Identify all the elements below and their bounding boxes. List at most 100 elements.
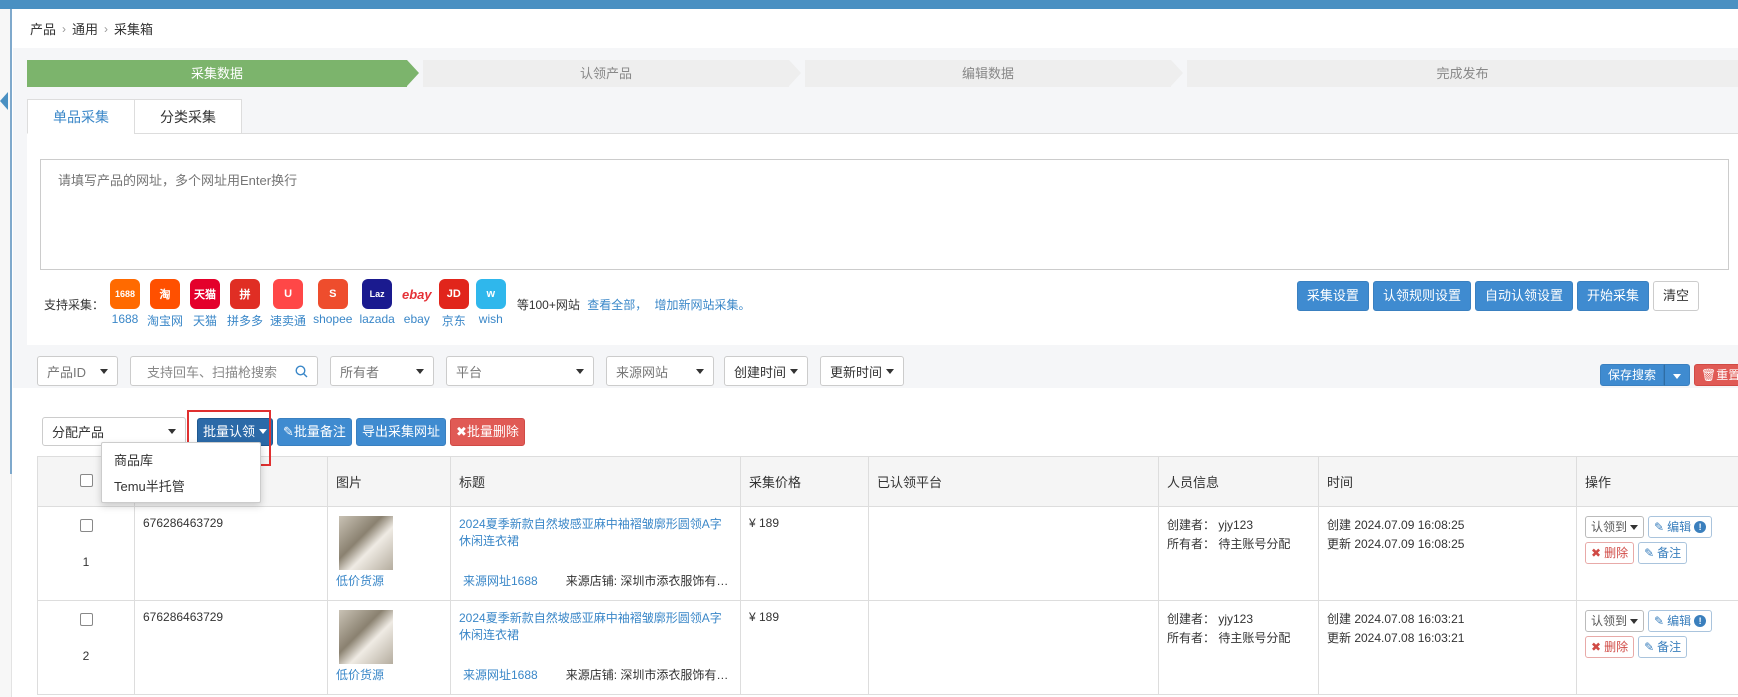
ebay-icon: ebay	[401, 279, 432, 309]
save-search-toggle[interactable]	[1664, 364, 1691, 386]
site-item[interactable]: ebay ebay	[401, 279, 432, 329]
delete-label: 删除	[1604, 640, 1629, 654]
assign-product-label: 分配产品	[52, 425, 105, 440]
table-row: 1 676286463729 低价货源 2024夏季新款自然坡感亚麻中袖褶皱廓形…	[37, 506, 1738, 601]
note-button[interactable]: ✎ 备注	[1638, 542, 1688, 564]
time-cell: 创建 2024.07.09 16:08:25 更新 2024.07.09 16:…	[1318, 506, 1577, 601]
owner-select[interactable]: 所有者	[330, 356, 434, 386]
select-all-checkbox[interactable]	[79, 473, 93, 487]
created-time-button[interactable]: 创建时间	[724, 356, 809, 386]
updated-time: 更新 2024.07.08 16:03:21	[1327, 631, 1465, 645]
product-table: 图片 标题 采集价格 已认领平台 人员信息 时间 操作 1 6762864637…	[37, 456, 1738, 697]
search-actions: 保存搜索 🗑重置	[1600, 364, 1738, 386]
title-cell: 2024夏季新款自然坡感亚麻中袖褶皱廓形圆领A字休闲连衣裙 来源网址1688 来源…	[450, 506, 741, 601]
low-price-source-link[interactable]: 低价货源	[336, 668, 384, 682]
row-select-cell: 2	[37, 600, 135, 695]
note-button[interactable]: ✎ 备注	[1638, 636, 1688, 658]
site-item[interactable]: 拼拼多多	[227, 279, 263, 329]
site-item[interactable]: 1688 1688	[110, 279, 141, 329]
product-id-select[interactable]: 产品ID	[37, 356, 118, 386]
site-list: 1688 1688 淘淘宝网 天猫 天猫拼拼多多 U 速卖通 Sshopee Laz lazada…	[110, 279, 513, 329]
auto-claim-settings-button[interactable]: 自动认领设置	[1474, 281, 1573, 311]
collect-tabs: 单品采集 分类采集	[27, 99, 242, 134]
claimed-platforms	[868, 600, 1159, 695]
start-collect-button[interactable]: 开始采集	[1576, 281, 1649, 311]
top-header-bar	[0, 0, 1738, 9]
row-checkbox[interactable]	[79, 613, 93, 626]
source-line: 来源网址1688 来源店铺: 深圳市添衣服饰有限公司	[459, 572, 732, 589]
site-item[interactable]: JD 京东	[438, 279, 469, 329]
product-title-link[interactable]: 2024夏季新款自然坡感亚麻中袖褶皱廓形圆领A字休闲连衣裙	[459, 610, 732, 644]
breadcrumb-item-general[interactable]: 通用	[72, 19, 98, 38]
image-cell: 低价货源	[327, 506, 451, 601]
edit-button[interactable]: ✎ 编辑!	[1648, 610, 1713, 632]
tmall-icon: 天猫	[190, 279, 221, 309]
menu-item-product-library[interactable]: 商品库	[102, 448, 260, 474]
product-thumbnail[interactable]	[339, 610, 393, 664]
pinduoduo-icon: 拼	[230, 279, 261, 309]
claim-rule-settings-button[interactable]: 认领规则设置	[1372, 281, 1471, 311]
caret-down-icon	[416, 368, 424, 374]
batch-claim-label: 批量认领	[203, 423, 256, 439]
site-item[interactable]: Sshopee	[313, 279, 352, 329]
save-search-button[interactable]: 保存搜索	[1600, 364, 1665, 386]
site-item[interactable]: 淘淘宝网	[147, 279, 183, 329]
batch-note-button[interactable]: ✎批量备注	[277, 417, 352, 446]
edit-label: 编辑	[1667, 520, 1692, 534]
reset-label: 重置	[1716, 368, 1738, 382]
caret-down-icon	[790, 368, 799, 374]
personnel-cell: 创建者： yjy123 所有者： 待主账号分配	[1158, 506, 1319, 601]
batch-delete-label: 批量删除	[466, 423, 519, 439]
step-arrow	[1171, 60, 1183, 86]
tab-single-collect[interactable]: 单品采集	[27, 99, 135, 134]
low-price-source-link[interactable]: 低价货源	[336, 574, 384, 588]
product-title-link[interactable]: 2024夏季新款自然坡感亚麻中袖褶皱廓形圆领A字休闲连衣裙	[459, 516, 732, 550]
delete-button[interactable]: ✖ 删除	[1585, 636, 1635, 658]
tab-category-collect[interactable]: 分类采集	[134, 99, 242, 134]
trash-icon: 🗑	[1701, 368, 1717, 382]
source-url-link[interactable]: 来源网址1688	[463, 668, 538, 682]
clear-button[interactable]: 清空	[1652, 281, 1699, 311]
step-publish: 完成发布	[1187, 60, 1738, 87]
site-item[interactable]: Laz lazada	[359, 279, 395, 329]
claim-to-button[interactable]: 认领到	[1585, 516, 1645, 538]
site-item[interactable]: 天猫 天猫	[190, 279, 221, 329]
row-checkbox[interactable]	[79, 519, 93, 532]
export-urls-button[interactable]: 导出采集网址	[355, 417, 446, 446]
platform-select-label: 平台	[456, 364, 483, 380]
source-url-link[interactable]: 来源网址1688	[463, 574, 538, 588]
claim-to-button[interactable]: 认领到	[1585, 610, 1645, 632]
search-input[interactable]: 支持回车、扫描枪搜索	[130, 356, 318, 386]
platform-select[interactable]: 平台	[446, 356, 594, 386]
source-site-select[interactable]: 来源网站	[606, 356, 714, 386]
close-icon: ✖	[1591, 640, 1602, 654]
breadcrumb-item-product[interactable]: 产品	[30, 19, 56, 38]
created-time: 创建 2024.07.08 16:03:21	[1327, 612, 1465, 626]
claim-to-label: 认领到	[1591, 614, 1628, 628]
product-thumbnail[interactable]	[339, 516, 393, 570]
add-site-link[interactable]: 增加新网站采集。	[655, 298, 751, 312]
batch-delete-button[interactable]: ✖批量删除	[449, 417, 525, 446]
edit-icon: ✎	[1644, 546, 1655, 560]
chevron-right-icon: ›	[104, 21, 109, 36]
header-title: 标题	[450, 456, 741, 507]
delete-button[interactable]: ✖ 删除	[1585, 542, 1635, 564]
jd-icon: JD	[438, 279, 469, 309]
header-claimed-platform: 已认领平台	[868, 456, 1159, 507]
step-arrow	[407, 60, 419, 86]
search-placeholder: 支持回车、扫描枪搜索	[147, 364, 278, 380]
sidebar-toggle-icon[interactable]	[0, 92, 8, 110]
updated-time: 更新 2024.07.09 16:08:25	[1327, 537, 1465, 551]
collect-settings-button[interactable]: 采集设置	[1296, 281, 1369, 311]
view-all-link[interactable]: 查看全部，	[587, 298, 647, 312]
reset-button[interactable]: 🗑重置	[1694, 364, 1738, 386]
filter-bar: 产品ID 支持回车、扫描枪搜索 所有者 平台 来源网站 创建时间 更新时间	[37, 356, 905, 386]
edit-button[interactable]: ✎ 编辑!	[1648, 516, 1713, 538]
site-label: 拼多多	[227, 314, 264, 328]
product-url-input[interactable]	[40, 159, 1729, 270]
menu-item-temu-semi-managed[interactable]: Temu半托管	[102, 474, 260, 500]
updated-time-button[interactable]: 更新时间	[820, 356, 905, 386]
site-item[interactable]: w wish	[475, 279, 506, 329]
site-item[interactable]: U 速卖通	[270, 279, 306, 329]
search-icon[interactable]	[295, 364, 308, 378]
